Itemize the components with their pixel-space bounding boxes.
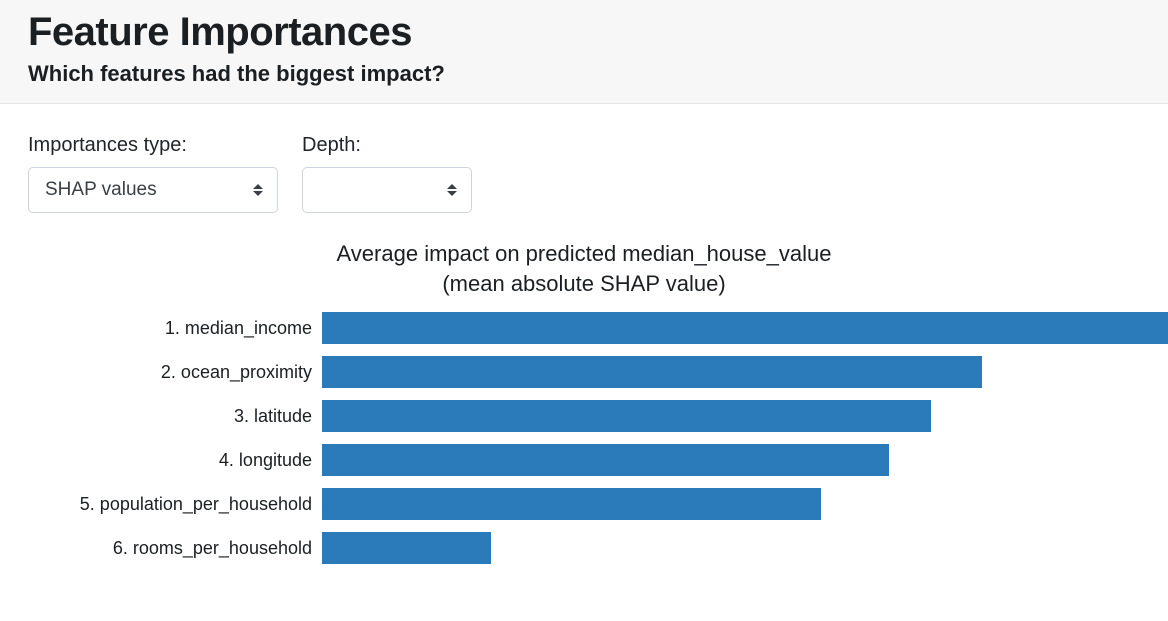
bar-row: 4. longitude bbox=[0, 438, 1168, 482]
bar bbox=[322, 444, 889, 476]
bar bbox=[322, 532, 491, 564]
bar-row: 2. ocean_proximity bbox=[0, 350, 1168, 394]
header: Feature Importances Which features had t… bbox=[0, 0, 1168, 104]
depth-select[interactable] bbox=[302, 167, 472, 213]
bar-label: 2. ocean_proximity bbox=[0, 362, 322, 383]
depth-label: Depth: bbox=[302, 134, 472, 157]
bar bbox=[322, 400, 931, 432]
chart-body: 1. median_income 2. ocean_proximity 3. lat… bbox=[0, 306, 1168, 570]
bar-cell bbox=[322, 532, 1168, 564]
importances-type-select[interactable]: SHAP values bbox=[28, 167, 278, 213]
bar-cell bbox=[322, 356, 1168, 388]
chevron-sort-icon bbox=[447, 184, 457, 196]
bar-cell bbox=[322, 312, 1168, 344]
bar-row: 5. population_per_household bbox=[0, 482, 1168, 526]
bar-cell bbox=[322, 400, 1168, 432]
bar-row: 1. median_income bbox=[0, 306, 1168, 350]
bar bbox=[322, 488, 821, 520]
depth-control: Depth: bbox=[302, 134, 472, 213]
bar-row: 6. rooms_per_household bbox=[0, 526, 1168, 570]
bar-label: 6. rooms_per_household bbox=[0, 538, 322, 559]
bar-row: 3. latitude bbox=[0, 394, 1168, 438]
chart-title: Average impact on predicted median_house… bbox=[0, 239, 1168, 298]
bar-label: 5. population_per_household bbox=[0, 494, 322, 515]
bar-label: 4. longitude bbox=[0, 450, 322, 471]
chevron-sort-icon bbox=[253, 184, 263, 196]
bar-label: 1. median_income bbox=[0, 318, 322, 339]
importances-type-control: Importances type: SHAP values bbox=[28, 134, 278, 213]
bar bbox=[322, 356, 982, 388]
controls-row: Importances type: SHAP values Depth: bbox=[0, 104, 1168, 223]
importances-type-label: Importances type: bbox=[28, 134, 278, 157]
bar-cell bbox=[322, 488, 1168, 520]
page-title: Feature Importances bbox=[28, 10, 1140, 55]
bar-label: 3. latitude bbox=[0, 406, 322, 427]
feature-importance-chart: Average impact on predicted median_house… bbox=[0, 223, 1168, 570]
bar-cell bbox=[322, 444, 1168, 476]
page-subtitle: Which features had the biggest impact? bbox=[28, 61, 1140, 87]
bar bbox=[322, 312, 1168, 344]
importances-type-value: SHAP values bbox=[45, 179, 157, 201]
